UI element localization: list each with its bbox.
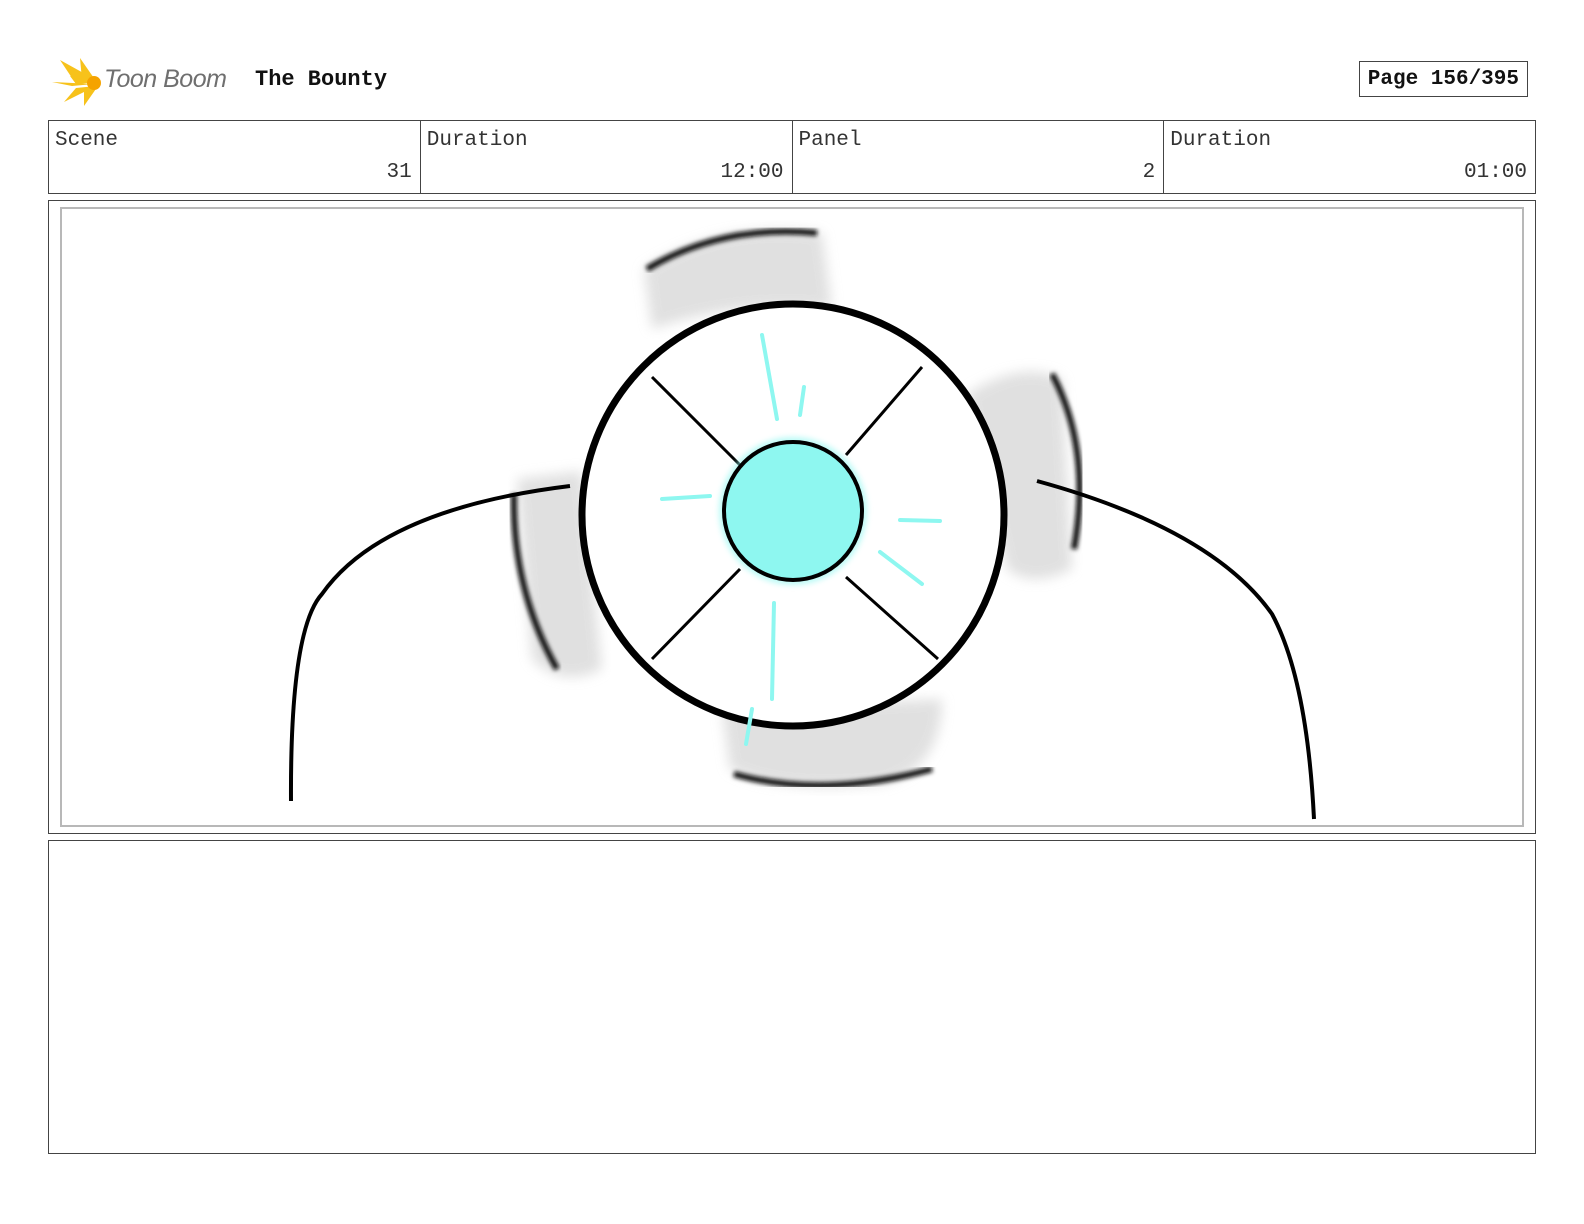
panel-sketch (288, 228, 1316, 820)
panel-cell: Panel 2 (793, 121, 1165, 193)
scene-cell: Scene 31 (49, 121, 421, 193)
glowing-core (722, 440, 864, 582)
logo-text: Toon Boom (104, 65, 227, 93)
panel-value: 2 (1142, 161, 1156, 184)
project-title: The Bounty (255, 67, 388, 92)
scene-value: 31 (386, 161, 412, 184)
page-indicator: Page 156/395 (1358, 61, 1528, 97)
scene-label: Scene (55, 129, 119, 152)
scene-info-table: Scene 31 Duration 12:00 Panel 2 Duration… (48, 120, 1536, 194)
starburst-icon (52, 58, 101, 106)
toon-boom-logo: Toon Boom (50, 54, 240, 106)
panel-label: Panel (798, 129, 862, 152)
panel-drawing-area (60, 207, 1524, 827)
scene-duration-label: Duration (426, 129, 528, 152)
panel-duration-label: Duration (1170, 129, 1272, 152)
panel-duration-cell: Duration 01:00 (1164, 121, 1535, 193)
panel-duration-value: 01:00 (1463, 161, 1527, 184)
scene-duration-cell: Duration 12:00 (421, 121, 793, 193)
storyboard-panel (48, 200, 1536, 834)
page-header: Toon Boom The Bounty Page 156/395 (50, 54, 1538, 106)
scene-duration-value: 12:00 (720, 161, 784, 184)
panel-notes-area[interactable] (48, 840, 1536, 1154)
